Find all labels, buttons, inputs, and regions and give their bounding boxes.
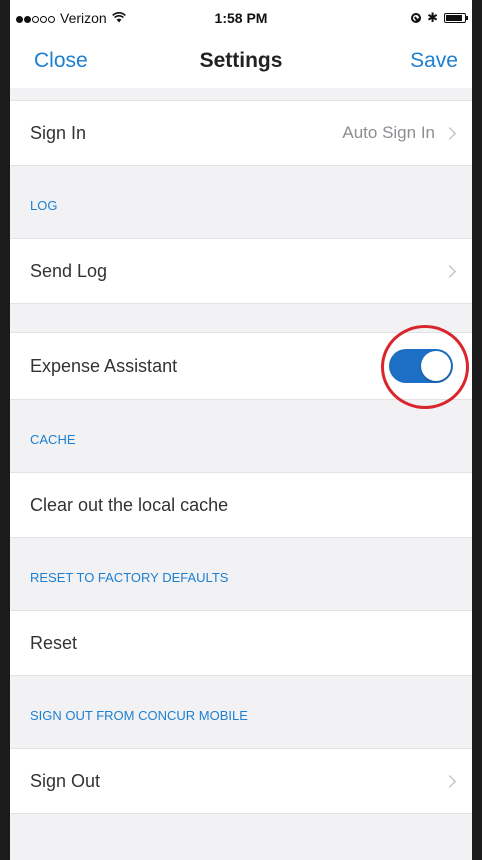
cache-section-header: CACHE bbox=[30, 432, 76, 447]
chevron-right-icon bbox=[443, 774, 456, 788]
chevron-right-icon bbox=[443, 264, 456, 278]
expense-assistant-label: Expense Assistant bbox=[30, 355, 178, 376]
battery-icon bbox=[444, 13, 468, 23]
toggle-knob bbox=[421, 351, 451, 381]
send-log-row[interactable]: Send Log bbox=[10, 238, 472, 304]
reset-label: Reset bbox=[30, 632, 78, 653]
sign-out-row[interactable]: Sign Out bbox=[10, 748, 472, 814]
expense-assistant-row: Expense Assistant bbox=[10, 325, 472, 409]
sign-out-section-header: SIGN OUT FROM CONCUR MOBILE bbox=[30, 708, 248, 723]
sign-in-value: Auto Sign In bbox=[342, 123, 435, 142]
clear-cache-label: Clear out the local cache bbox=[30, 494, 229, 515]
reset-row[interactable]: Reset bbox=[10, 610, 472, 676]
save-button[interactable]: Save bbox=[410, 49, 458, 73]
log-section-header: LOG bbox=[30, 198, 58, 213]
sign-in-label: Sign In bbox=[30, 122, 87, 143]
send-log-label: Send Log bbox=[30, 260, 108, 281]
sign-out-label: Sign Out bbox=[30, 770, 101, 791]
status-right: ✱ bbox=[411, 10, 468, 26]
clear-cache-row[interactable]: Clear out the local cache bbox=[10, 472, 472, 538]
page-title: Settings bbox=[199, 49, 283, 72]
status-time: 1:58 PM bbox=[214, 10, 268, 26]
expense-assistant-toggle[interactable] bbox=[389, 349, 453, 383]
phone-frame: Verizon 1:58 PM ✱ Close Settings Save Si… bbox=[0, 0, 482, 860]
sign-in-row[interactable]: Sign In Auto Sign In bbox=[10, 100, 472, 166]
orientation-lock-icon bbox=[411, 13, 422, 23]
reset-section-header: RESET TO FACTORY DEFAULTS bbox=[30, 570, 229, 585]
settings-list: Sign In Auto Sign In LOG Send Log Expens… bbox=[10, 88, 472, 860]
status-bar: Verizon 1:58 PM ✱ bbox=[10, 0, 472, 38]
chevron-right-icon bbox=[443, 126, 456, 140]
bluetooth-icon: ✱ bbox=[427, 10, 438, 25]
navigation-bar: Close Settings Save bbox=[10, 38, 472, 88]
